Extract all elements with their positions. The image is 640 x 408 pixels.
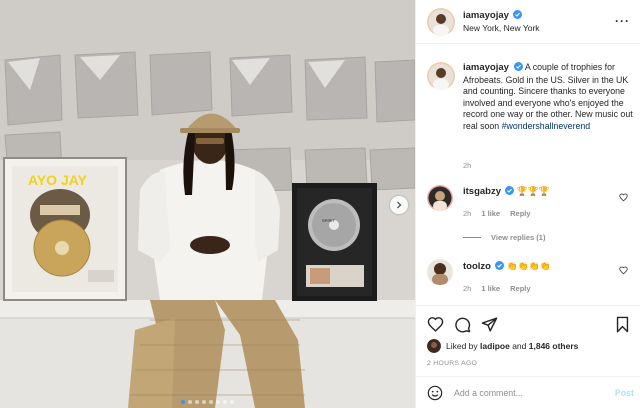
save-button[interactable]	[615, 316, 630, 335]
comment-like-button[interactable]	[619, 193, 628, 204]
comment-text: 👏👏👏👏	[506, 261, 551, 271]
more-dots-icon: ···	[615, 14, 630, 28]
likes-user[interactable]: ladipoe	[480, 341, 510, 351]
likes-conjunction: and	[512, 341, 527, 351]
more-options-button[interactable]: ···	[615, 14, 630, 28]
verified-badge-icon	[513, 62, 523, 75]
carousel-indicator	[0, 400, 415, 404]
commenter-avatar[interactable]	[427, 185, 453, 211]
carousel-dot	[202, 400, 206, 404]
chevron-right-icon	[397, 201, 402, 209]
comment-reply-button[interactable]: Reply	[510, 284, 530, 293]
plaque-right-text: SPIRIT	[322, 218, 335, 223]
replies-divider	[463, 237, 481, 238]
add-comment-bar: Post	[416, 376, 640, 408]
post-caption: iamayojay A couple of trophies for Afrob…	[463, 62, 635, 132]
photo-scene: AYO JAY SPIRIT	[0, 0, 415, 408]
author-username[interactable]: iamayojay	[463, 10, 509, 21]
comment-icon	[455, 317, 471, 333]
view-replies-label: View replies (1)	[491, 233, 546, 242]
author-avatar[interactable]	[427, 8, 455, 36]
caption-username[interactable]: iamayojay	[463, 62, 509, 73]
comment-input[interactable]	[454, 385, 604, 401]
comment-time[interactable]: 2h	[463, 284, 471, 293]
carousel-dot	[181, 400, 185, 404]
post-photo[interactable]: AYO JAY SPIRIT	[0, 0, 415, 408]
caption-time[interactable]: 2h	[463, 161, 471, 170]
comment-button[interactable]	[454, 316, 471, 335]
carousel-dot	[216, 400, 220, 404]
carousel-dot	[188, 400, 192, 404]
emoji-icon	[427, 385, 443, 401]
share-icon	[481, 317, 498, 332]
post-comment-button[interactable]: Post	[615, 388, 634, 398]
instagram-post-modal: AYO JAY SPIRIT iamayojay New York, New Y…	[0, 0, 640, 408]
view-replies-button[interactable]: View replies (1)	[463, 233, 545, 242]
carousel-dot	[209, 400, 213, 404]
comment-item: itsgabzy 🏆🏆🏆	[463, 186, 623, 197]
comment-reply-button[interactable]: Reply	[510, 209, 530, 218]
comment-meta: 2h 1 like Reply	[463, 284, 531, 293]
comment-text: 🏆🏆🏆	[516, 186, 550, 196]
post-actions-bar	[416, 305, 640, 341]
bookmark-icon	[616, 316, 629, 333]
carousel-dot	[223, 400, 227, 404]
comment-username[interactable]: itsgabzy	[463, 186, 501, 197]
share-button[interactable]	[481, 316, 498, 335]
comment-item: toolzo 👏👏👏👏	[463, 261, 623, 272]
plaque-left-text: AYO JAY	[28, 172, 88, 188]
carousel-dot	[230, 400, 234, 404]
liker-avatar[interactable]	[427, 339, 441, 353]
heart-icon	[427, 317, 444, 332]
likes-others[interactable]: 1,846 others	[529, 341, 579, 351]
post-side-panel: iamayojay New York, New York ··· iamayoj…	[415, 0, 640, 408]
comment-meta: 2h 1 like Reply	[463, 209, 531, 218]
like-button[interactable]	[427, 316, 444, 335]
carousel-next-button[interactable]	[390, 196, 408, 214]
comment-like-button[interactable]	[619, 266, 628, 277]
carousel-dot	[195, 400, 199, 404]
post-location[interactable]: New York, New York	[463, 23, 540, 33]
post-header: iamayojay New York, New York ···	[416, 0, 640, 44]
caption-author-avatar[interactable]	[427, 62, 455, 90]
verified-badge-icon	[513, 10, 523, 21]
verified-badge-icon	[495, 261, 505, 272]
emoji-button[interactable]	[427, 385, 443, 403]
comment-likes[interactable]: 1 like	[481, 209, 500, 218]
post-timestamp[interactable]: 2 HOURS AGO	[427, 360, 477, 367]
comment-likes[interactable]: 1 like	[481, 284, 500, 293]
verified-badge-icon	[505, 186, 515, 197]
heart-icon	[619, 193, 628, 202]
comment-time[interactable]: 2h	[463, 209, 471, 218]
likes-prefix: Liked by	[446, 341, 478, 351]
heart-icon	[619, 266, 628, 275]
commenter-avatar[interactable]	[427, 259, 453, 285]
comment-username[interactable]: toolzo	[463, 261, 491, 272]
caption-hashtag[interactable]: #wondershallneverend	[502, 121, 591, 131]
likes-summary: Liked by ladipoe and 1,846 others	[427, 339, 578, 353]
